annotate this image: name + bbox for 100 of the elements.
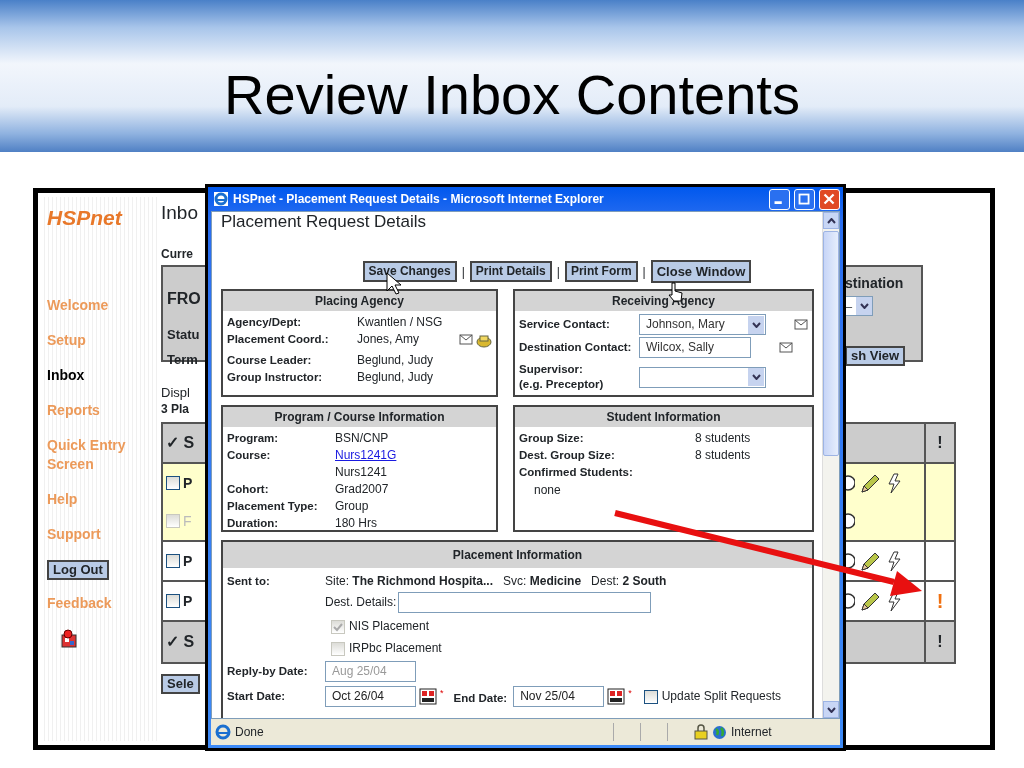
checkbox[interactable] <box>166 476 180 490</box>
display-text: Displ <box>161 385 190 400</box>
filter-label: stination <box>845 274 904 293</box>
panel-title: Student Information <box>515 407 812 427</box>
field-value: 8 students <box>695 431 751 446</box>
field-label: Reply-by Date: <box>227 664 309 679</box>
field-value: BSN/CNP <box>335 431 389 446</box>
action-button[interactable]: Print Form <box>564 261 638 282</box>
date-field[interactable]: Nov 25/04 <box>513 686 605 707</box>
dest-details-field[interactable] <box>398 592 652 613</box>
destination-select[interactable]: – <box>845 296 873 316</box>
window-title: HSPnet - Placement Request Details - Microsoft Internet Explorer <box>233 191 605 208</box>
browser-icon <box>213 191 229 207</box>
separator: | <box>556 263 560 281</box>
lock-icon <box>694 724 708 740</box>
scroll-down-icon[interactable] <box>826 706 836 713</box>
contact-select[interactable] <box>639 366 766 388</box>
row-text: P <box>183 591 193 611</box>
field-label: Course Leader: <box>227 353 313 368</box>
field-label: Group Size: <box>519 431 585 446</box>
mail-icon[interactable] <box>459 334 473 345</box>
field-value: Grad2007 <box>335 482 389 497</box>
refresh-view-button[interactable]: sh View <box>845 346 906 366</box>
action-button[interactable]: Close Window <box>650 260 752 283</box>
panel-title: Placing Agency <box>223 291 496 311</box>
count-text: 3 Pla <box>161 401 190 418</box>
panel-title: Program / Course Information <box>223 407 496 427</box>
flag-header: ! <box>937 632 943 652</box>
calendar-icon[interactable] <box>607 688 626 705</box>
field-label: Course: <box>227 448 272 463</box>
pencil-icon[interactable] <box>859 551 881 571</box>
logo: HSPnet <box>47 207 124 228</box>
field-label: Placement Coord.: <box>227 332 330 347</box>
caret-icon <box>751 321 761 328</box>
field-label: Duration: <box>227 516 280 531</box>
lightning-icon[interactable] <box>885 472 901 494</box>
panel-title: Placement Information <box>223 542 812 568</box>
field-label: Confirmed Students: <box>519 465 634 480</box>
contact-select[interactable]: Johnson, Mary <box>639 314 766 335</box>
field-value: 8 students <box>695 448 751 463</box>
close-button[interactable] <box>819 188 840 210</box>
nav-link[interactable]: Inbox <box>47 366 137 385</box>
filter-label: Curre <box>161 246 193 263</box>
field-label: Destination Contact: <box>519 341 632 353</box>
checkbox[interactable] <box>166 554 180 568</box>
row-text: P <box>183 551 193 571</box>
course-link[interactable]: Nurs1241G <box>335 448 397 463</box>
row-text: F <box>183 511 192 531</box>
contact-field[interactable]: Wilcox, Sally <box>639 337 751 358</box>
field-value: Group <box>335 499 369 514</box>
separator: | <box>642 263 646 281</box>
help-icon <box>59 629 79 649</box>
checkbox-label: Update Split Requests <box>661 689 782 704</box>
row-text: P <box>183 473 193 493</box>
page-title: Inbo <box>161 201 198 225</box>
checkbox[interactable] <box>166 594 180 608</box>
field-value: Kwantlen / NSG <box>357 315 444 330</box>
date-field: Aug 25/04 <box>325 661 416 682</box>
maximize-button[interactable] <box>794 188 815 210</box>
logout-button[interactable]: Log Out <box>47 560 109 580</box>
date-field[interactable]: Oct 26/04 <box>325 686 416 707</box>
scrollbar[interactable] <box>822 212 839 718</box>
scrollbar-thumb[interactable] <box>823 231 839 456</box>
required-mark: * <box>628 687 632 700</box>
zone-text: Internet <box>731 724 773 741</box>
field-value: none <box>534 482 562 499</box>
field-label: Sent to: <box>227 574 271 589</box>
select-button[interactable]: Sele <box>161 674 200 694</box>
scroll-up-icon[interactable] <box>826 217 836 224</box>
field-label: Agency/Dept: <box>227 315 303 330</box>
calendar-icon[interactable] <box>419 688 437 705</box>
field-label: (e.g. Preceptor) <box>519 377 605 392</box>
lightning-icon[interactable] <box>885 550 901 572</box>
caret-icon <box>751 374 761 380</box>
checkbox[interactable] <box>643 689 658 704</box>
mail-icon[interactable] <box>779 342 793 353</box>
field-value: Nurs1241 <box>335 465 388 480</box>
page-heading: Placement Request Details <box>221 212 428 232</box>
slide-title: Review Inbox Contents <box>224 67 800 123</box>
mail-icon[interactable] <box>794 319 808 330</box>
field-label: Dest. Group Size: <box>519 448 616 463</box>
action-button[interactable]: Print Details <box>469 261 552 282</box>
pencil-icon[interactable] <box>859 473 881 493</box>
status-text: Done <box>235 724 265 741</box>
field-value: 180 Hrs <box>335 516 378 531</box>
column-header: ✓ S <box>166 433 195 453</box>
alert-text: ! <box>936 589 944 614</box>
field-label: Service Contact: <box>519 318 610 330</box>
required-mark: * <box>440 687 444 700</box>
minimize-button[interactable] <box>769 188 790 210</box>
separator: | <box>461 263 465 281</box>
destination-text: Site: The Richmond Hospita... Svc: Medicine Dest: 2 South <box>325 574 667 589</box>
globe-icon <box>712 724 727 740</box>
flag-header: ! <box>937 433 943 453</box>
field-label: Supervisor: <box>519 362 584 377</box>
checkbox-label: NIS Placement <box>349 619 430 634</box>
field-value: Beglund, Judy <box>357 353 435 368</box>
filter-label: Statu <box>167 326 201 344</box>
action-button[interactable]: Save Changes <box>362 261 457 282</box>
pencil-icon[interactable] <box>859 591 881 611</box>
